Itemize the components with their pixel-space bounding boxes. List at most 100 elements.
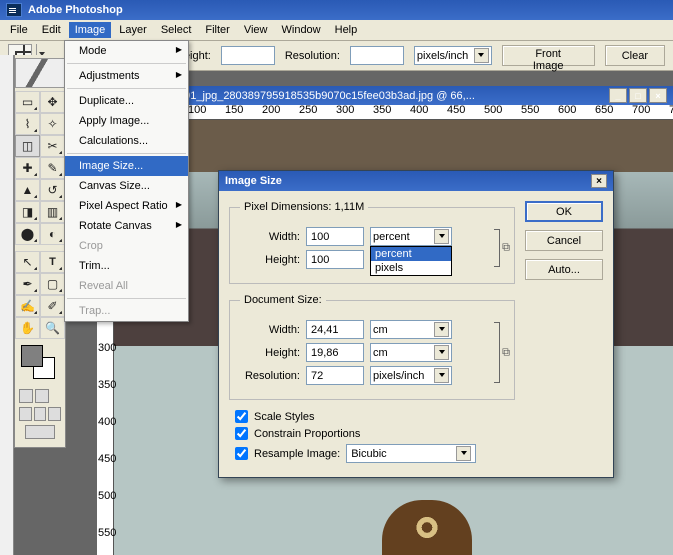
- menu-layer[interactable]: Layer: [113, 22, 153, 38]
- doc-min-button[interactable]: _: [609, 88, 627, 103]
- tool-pen[interactable]: ✒: [15, 273, 40, 295]
- clear-button[interactable]: Clear: [605, 45, 665, 66]
- menu-crop: Crop: [65, 236, 188, 256]
- mode-standard[interactable]: [19, 389, 33, 403]
- doc-width-input[interactable]: [306, 320, 364, 339]
- horizontal-ruler: 0501001502002503003504004505005506006507…: [114, 103, 673, 120]
- doc-height-unit-select[interactable]: cm: [370, 343, 452, 362]
- doc-height-input[interactable]: [306, 343, 364, 362]
- tool-shape[interactable]: ▢: [40, 273, 65, 295]
- tool-history[interactable]: ↺: [40, 179, 65, 201]
- tool-path[interactable]: ↖: [15, 251, 40, 273]
- front-image-button[interactable]: Front Image: [502, 45, 595, 66]
- opt-res-label: Resolution:: [285, 50, 340, 62]
- constrain-label: Constrain Proportions: [254, 428, 360, 440]
- constrain-checkbox[interactable]: [235, 427, 248, 440]
- menu-reveal-all: Reveal All: [65, 276, 188, 296]
- menu-duplicate[interactable]: Duplicate...: [65, 91, 188, 111]
- tool-notes[interactable]: ✍: [15, 295, 40, 317]
- dialog-title: Image Size: [225, 175, 282, 187]
- app-icon: [6, 3, 22, 17]
- doc-width-unit-select[interactable]: cm: [370, 320, 452, 339]
- menu-image[interactable]: Image: [69, 22, 112, 38]
- tool-zoom[interactable]: 🔍: [40, 317, 65, 339]
- unit-opt-pixels[interactable]: pixels: [371, 261, 451, 275]
- unit-opt-percent[interactable]: percent: [371, 247, 451, 261]
- pixel-dimensions-group: Pixel Dimensions: 1,11M Width: percent p…: [229, 201, 515, 284]
- doc-width-label: Width:: [240, 324, 300, 336]
- dialog-titlebar[interactable]: Image Size ×: [219, 171, 613, 191]
- tool-eyedrop[interactable]: ✐: [40, 295, 65, 317]
- resample-method-select[interactable]: Bicubic: [346, 444, 476, 463]
- menu-calculations[interactable]: Calculations...: [65, 131, 188, 151]
- menu-apply-image[interactable]: Apply Image...: [65, 111, 188, 131]
- jump-to[interactable]: [25, 425, 55, 439]
- px-width-unit-select[interactable]: percent percent pixels: [370, 227, 452, 246]
- color-swatches[interactable]: [15, 339, 65, 389]
- tool-move[interactable]: ✥: [40, 91, 65, 113]
- menu-select[interactable]: Select: [155, 22, 198, 38]
- px-height-label: Height:: [240, 254, 300, 266]
- screen-standard[interactable]: [19, 407, 32, 421]
- tool-gradient[interactable]: ▥: [40, 201, 65, 223]
- chain-icon: ⧉: [502, 242, 510, 255]
- menu-trim[interactable]: Trim...: [65, 256, 188, 276]
- menu-window[interactable]: Window: [276, 22, 327, 38]
- ok-button[interactable]: OK: [525, 201, 603, 222]
- tool-heal[interactable]: ✚: [15, 157, 40, 179]
- opt-res-unit-select[interactable]: pixels/inch: [414, 46, 492, 65]
- tool-blur[interactable]: ⬤: [15, 223, 40, 245]
- dock-strip: [0, 55, 14, 555]
- cancel-button[interactable]: Cancel: [525, 230, 603, 251]
- opt-res-input[interactable]: [350, 46, 404, 65]
- screen-fullmenu[interactable]: [34, 407, 47, 421]
- menu-edit[interactable]: Edit: [36, 22, 67, 38]
- px-width-input[interactable]: [306, 227, 364, 246]
- tool-stamp[interactable]: ▲: [15, 179, 40, 201]
- resample-label: Resample Image:: [254, 448, 340, 460]
- menu-view[interactable]: View: [238, 22, 274, 38]
- tool-slice[interactable]: ✂: [40, 135, 65, 157]
- doc-res-input[interactable]: [306, 366, 364, 385]
- tool-hand[interactable]: ✋: [15, 317, 40, 339]
- resample-checkbox[interactable]: [235, 447, 248, 460]
- menu-adjustments[interactable]: Adjustments: [65, 66, 188, 86]
- doc-res-unit-select[interactable]: pixels/inch: [370, 366, 452, 385]
- auto-button[interactable]: Auto...: [525, 259, 603, 280]
- pixel-dimensions-legend: Pixel Dimensions: 1,11M: [240, 201, 368, 213]
- app-titlebar: Adobe Photoshop: [0, 0, 673, 20]
- screen-full[interactable]: [48, 407, 61, 421]
- tool-marquee[interactable]: ▭: [15, 91, 40, 113]
- toolbox-thumb: [15, 58, 65, 88]
- scale-styles-label: Scale Styles: [254, 411, 315, 423]
- unit-dropdown-list: percent pixels: [370, 246, 452, 276]
- opt-height-input[interactable]: [221, 46, 275, 65]
- menu-pixel-aspect[interactable]: Pixel Aspect Ratio: [65, 196, 188, 216]
- menu-filter[interactable]: Filter: [199, 22, 235, 38]
- menu-help[interactable]: Help: [329, 22, 364, 38]
- scale-styles-checkbox[interactable]: [235, 410, 248, 423]
- menu-file[interactable]: File: [4, 22, 34, 38]
- foreground-color[interactable]: [21, 345, 43, 367]
- tool-brush[interactable]: ✎: [40, 157, 65, 179]
- menu-image-size[interactable]: Image Size...: [65, 156, 188, 176]
- tool-eraser[interactable]: ◨: [15, 201, 40, 223]
- px-height-input[interactable]: [306, 250, 364, 269]
- tool-lasso[interactable]: ⌇: [15, 113, 40, 135]
- toolbox: ▭✥ ⌇✧ ◫✂ ✚✎ ▲↺ ◨▥ ⬤◐ ↖T ✒▢ ✍✐ ✋🔍: [14, 55, 66, 448]
- menu-canvas-size[interactable]: Canvas Size...: [65, 176, 188, 196]
- image-size-dialog: Image Size × Pixel Dimensions: 1,11M Wid…: [218, 170, 614, 478]
- mode-quickmask[interactable]: [35, 389, 49, 403]
- doc-max-button[interactable]: □: [629, 88, 647, 103]
- doc-close-button[interactable]: ×: [649, 88, 667, 103]
- menu-rotate-canvas[interactable]: Rotate Canvas: [65, 216, 188, 236]
- tool-wand[interactable]: ✧: [40, 113, 65, 135]
- doc-res-label: Resolution:: [240, 370, 300, 382]
- dialog-close-button[interactable]: ×: [591, 174, 607, 188]
- doc-link-bracket: ⧉: [492, 316, 504, 389]
- tool-dodge[interactable]: ◐: [40, 223, 65, 245]
- tool-type[interactable]: T: [40, 251, 65, 273]
- menu-trap: Trap...: [65, 301, 188, 321]
- tool-crop[interactable]: ◫: [15, 135, 40, 157]
- menu-mode[interactable]: Mode: [65, 41, 188, 61]
